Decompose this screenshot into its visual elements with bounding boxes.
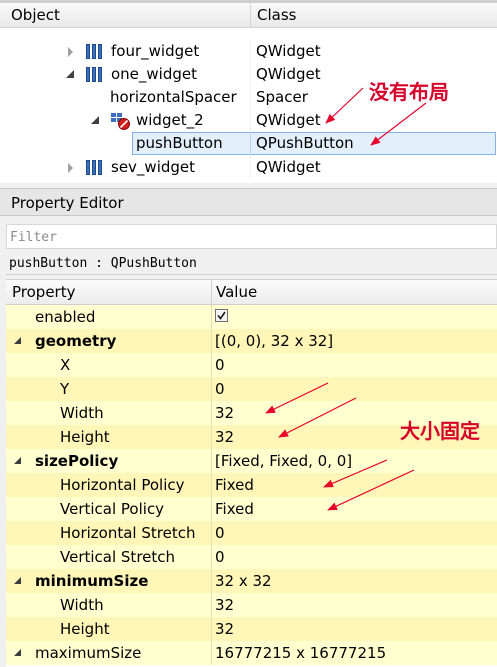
property-name: enabled xyxy=(35,308,96,326)
expand-arrow-icon[interactable] xyxy=(68,163,73,173)
tree-row-push-button[interactable]: pushButton QPushButton xyxy=(0,132,497,155)
tree-row-four-widget[interactable]: four_widget QWidget xyxy=(0,40,497,63)
collapse-triangle-icon[interactable] xyxy=(14,457,21,464)
property-value[interactable]: [(0, 0), 32 x 32] xyxy=(215,329,333,353)
collapse-triangle-icon[interactable] xyxy=(14,649,21,656)
property-value[interactable]: 0 xyxy=(215,377,225,401)
property-name: Width xyxy=(60,404,104,422)
filter-input[interactable]: Filter xyxy=(6,224,497,249)
object-class: Spacer xyxy=(256,88,308,106)
horizontal-layout-icon xyxy=(86,67,103,82)
property-name: Height xyxy=(60,620,110,638)
property-value[interactable]: 32 xyxy=(215,593,234,617)
horizontal-layout-icon xyxy=(86,160,103,175)
property-value[interactable]: 0 xyxy=(215,545,225,569)
property-row-enabled[interactable]: enabled xyxy=(6,305,497,330)
broken-layout-widget-icon xyxy=(111,113,130,130)
collapse-arrow-icon[interactable] xyxy=(66,70,74,78)
property-value[interactable]: 32 xyxy=(215,401,234,425)
object-name: sev_widget xyxy=(111,158,196,176)
property-name: X xyxy=(60,356,71,374)
property-row-horizontal-stretch[interactable]: Horizontal Stretch 0 xyxy=(6,521,497,546)
object-name: widget_2 xyxy=(136,111,204,129)
object-name: one_widget xyxy=(111,65,198,83)
tree-row-sev-widget[interactable]: sev_widget QWidget xyxy=(0,156,497,179)
object-name: pushButton xyxy=(136,134,223,152)
property-value[interactable]: 32 xyxy=(215,617,234,641)
collapse-arrow-icon[interactable] xyxy=(91,116,99,124)
column-header-value[interactable]: Value xyxy=(216,280,257,304)
property-grid: Property Value enabled geometry [(0, 0),… xyxy=(6,279,497,667)
expand-arrow-icon[interactable] xyxy=(68,47,73,57)
property-name: geometry xyxy=(35,332,117,350)
object-class: QWidget xyxy=(256,42,321,60)
property-row-minimum-size[interactable]: minimumSize 32 x 32 xyxy=(6,569,497,594)
object-name: four_widget xyxy=(111,42,200,60)
property-row-x[interactable]: X 0 xyxy=(6,353,497,378)
checkmark-icon xyxy=(217,311,226,320)
object-class: QPushButton xyxy=(256,134,354,152)
property-value[interactable]: 0 xyxy=(215,521,225,545)
property-name: Vertical Policy xyxy=(60,500,165,518)
property-name: Horizontal Policy xyxy=(60,476,185,494)
property-name: Horizontal Stretch xyxy=(60,524,196,542)
tree-row-widget-2[interactable]: widget_2 QWidget xyxy=(0,109,497,132)
property-name: Vertical Stretch xyxy=(60,548,176,566)
property-row-maximum-size[interactable]: maximumSize 16777215 x 16777215 xyxy=(6,641,497,666)
annotation-fixed-size: 大小固定 xyxy=(400,419,480,443)
property-name: sizePolicy xyxy=(35,452,119,470)
object-class: QWidget xyxy=(256,111,321,129)
property-editor-title: Property Editor xyxy=(0,188,497,216)
collapse-triangle-icon[interactable] xyxy=(14,577,21,584)
property-row-y[interactable]: Y 0 xyxy=(6,377,497,402)
property-value[interactable]: 0 xyxy=(215,353,225,377)
property-value[interactable]: Fixed xyxy=(215,497,254,521)
property-row-min-height[interactable]: Height 32 xyxy=(6,617,497,642)
enabled-checkbox[interactable] xyxy=(215,309,228,322)
property-value[interactable]: 16777215 x 16777215 xyxy=(215,641,386,665)
property-value[interactable]: Fixed xyxy=(215,473,254,497)
horizontal-layout-icon xyxy=(86,44,103,59)
property-row-vertical-stretch[interactable]: Vertical Stretch 0 xyxy=(6,545,497,570)
property-name: maximumSize xyxy=(35,644,142,662)
collapse-triangle-icon[interactable] xyxy=(14,337,21,344)
property-name: Width xyxy=(60,596,104,614)
object-inspector-header: Object Class xyxy=(0,0,497,28)
property-row-min-width[interactable]: Width 32 xyxy=(6,593,497,618)
property-name: minimumSize xyxy=(35,572,149,590)
property-row-vertical-policy[interactable]: Vertical Policy Fixed xyxy=(6,497,497,522)
object-class: QWidget xyxy=(256,65,321,83)
property-name: Y xyxy=(60,380,70,398)
property-name: Height xyxy=(60,428,110,446)
property-value[interactable]: 32 xyxy=(215,425,234,449)
annotation-no-layout: 没有布局 xyxy=(369,80,449,104)
column-header-class[interactable]: Class xyxy=(257,6,296,24)
object-class: QWidget xyxy=(256,158,321,176)
property-row-horizontal-policy[interactable]: Horizontal Policy Fixed xyxy=(6,473,497,498)
property-row-size-policy[interactable]: sizePolicy [Fixed, Fixed, 0, 0] xyxy=(6,449,497,474)
object-name: horizontalSpacer xyxy=(110,88,237,106)
selected-object-label: pushButton : QPushButton xyxy=(6,254,497,275)
property-row-geometry[interactable]: geometry [(0, 0), 32 x 32] xyxy=(6,329,497,354)
property-value[interactable]: [Fixed, Fixed, 0, 0] xyxy=(215,449,352,473)
property-value[interactable]: 32 x 32 xyxy=(215,569,272,593)
property-grid-header: Property Value xyxy=(6,280,497,305)
column-header-object[interactable]: Object xyxy=(11,6,60,24)
column-header-property[interactable]: Property xyxy=(12,280,75,304)
header-divider xyxy=(250,3,251,28)
